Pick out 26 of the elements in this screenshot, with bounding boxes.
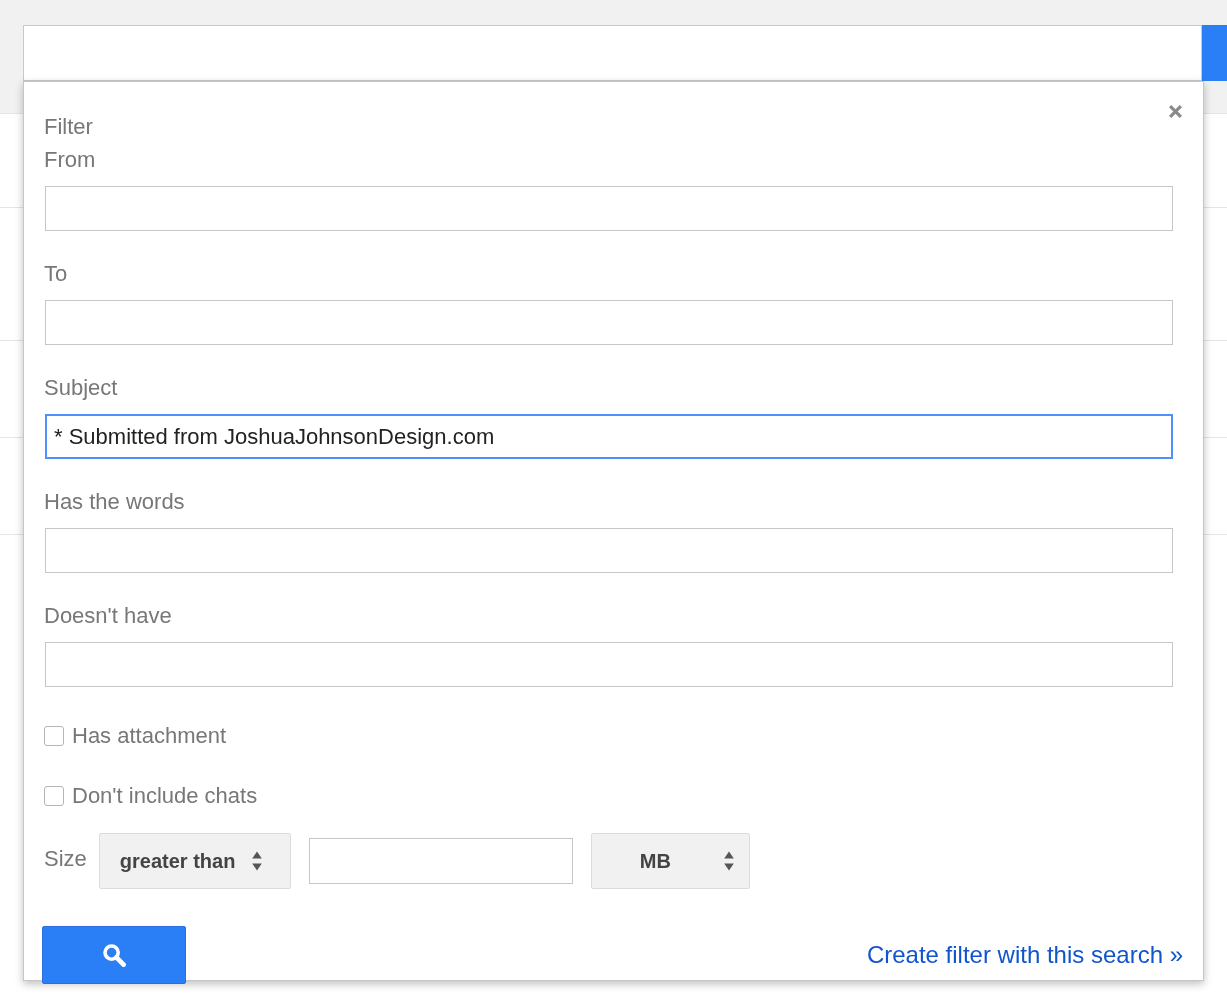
dialog-title: Filter [44, 114, 94, 140]
checkbox-label: Has attachment [72, 723, 227, 749]
updown-arrow-icon [251, 850, 264, 872]
search-button[interactable] [42, 926, 186, 984]
size-input-field[interactable] [308, 838, 573, 884]
size-label: Size [44, 846, 87, 872]
size-unit-dropdown[interactable]: MB [590, 833, 750, 889]
field-label: To [44, 261, 69, 287]
field-label: Subject [44, 375, 119, 401]
search-field[interactable] [23, 25, 1202, 81]
close-icon[interactable] [1168, 104, 1183, 119]
input-field[interactable] [45, 186, 1173, 231]
field-label: Doesn't have [44, 603, 173, 629]
field-label: Has the words [44, 489, 186, 515]
checkbox[interactable] [44, 726, 64, 746]
checkbox-label: Don't include chats [72, 783, 258, 809]
input-field[interactable] [45, 300, 1173, 345]
create-filter-link[interactable]: Create filter with this search » [866, 941, 1183, 969]
search-icon [102, 943, 126, 967]
size-operator-dropdown[interactable]: greater than [98, 833, 291, 889]
updown-arrow-icon [722, 850, 735, 872]
field-label: From [44, 147, 97, 173]
checkbox[interactable] [44, 786, 64, 806]
input-field[interactable]: * Submitted from JoshuaJohnsonDesign.com [45, 414, 1173, 459]
input-field[interactable] [45, 642, 1173, 687]
input-field[interactable] [45, 528, 1173, 573]
